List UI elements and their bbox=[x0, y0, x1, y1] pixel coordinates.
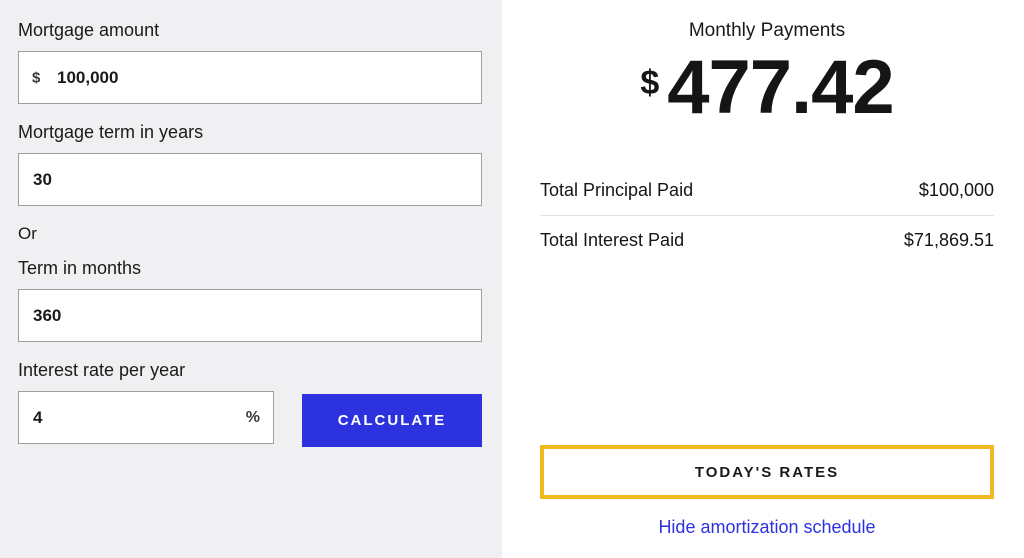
interest-rate-input-wrap: % bbox=[18, 391, 274, 444]
monthly-payments-label: Monthly Payments bbox=[540, 20, 994, 42]
mortgage-amount-group: Mortgage amount $ bbox=[18, 20, 482, 104]
term-years-group: Mortgage term in years bbox=[18, 122, 482, 206]
calculate-button[interactable]: CALCULATE bbox=[302, 394, 482, 447]
hide-amortization-link[interactable]: Hide amortization schedule bbox=[540, 517, 994, 538]
total-principal-value: $100,000 bbox=[919, 180, 994, 201]
results-panel: Monthly Payments $ 477.42 Total Principa… bbox=[502, 0, 1024, 558]
term-years-label: Mortgage term in years bbox=[18, 122, 482, 143]
currency-prefix: $ bbox=[32, 69, 40, 86]
term-months-label: Term in months bbox=[18, 258, 482, 279]
mortgage-amount-input-wrap: $ bbox=[18, 51, 482, 104]
interest-rate-label: Interest rate per year bbox=[18, 360, 274, 381]
currency-symbol: $ bbox=[640, 64, 659, 103]
calculator-form: Mortgage amount $ Mortgage term in years… bbox=[0, 0, 502, 558]
mortgage-amount-label: Mortgage amount bbox=[18, 20, 482, 41]
term-months-group: Term in months bbox=[18, 258, 482, 342]
term-years-input[interactable] bbox=[18, 153, 482, 206]
interest-rate-group: Interest rate per year % bbox=[18, 360, 274, 444]
total-interest-row: Total Interest Paid $71,869.51 bbox=[540, 215, 994, 265]
term-months-input[interactable] bbox=[18, 289, 482, 342]
total-principal-row: Total Principal Paid $100,000 bbox=[540, 166, 994, 215]
total-interest-label: Total Interest Paid bbox=[540, 230, 684, 251]
monthly-payments-value: 477.42 bbox=[667, 50, 893, 126]
rate-and-calculate-row: Interest rate per year % CALCULATE bbox=[18, 360, 482, 447]
total-interest-value: $71,869.51 bbox=[904, 230, 994, 251]
interest-rate-input[interactable] bbox=[18, 391, 274, 444]
percent-suffix: % bbox=[246, 409, 260, 427]
mortgage-amount-input[interactable] bbox=[18, 51, 482, 104]
todays-rates-button[interactable]: TODAY'S RATES bbox=[540, 445, 994, 499]
total-principal-label: Total Principal Paid bbox=[540, 180, 693, 201]
monthly-payments-amount: $ 477.42 bbox=[540, 50, 994, 126]
or-label: Or bbox=[18, 224, 482, 244]
